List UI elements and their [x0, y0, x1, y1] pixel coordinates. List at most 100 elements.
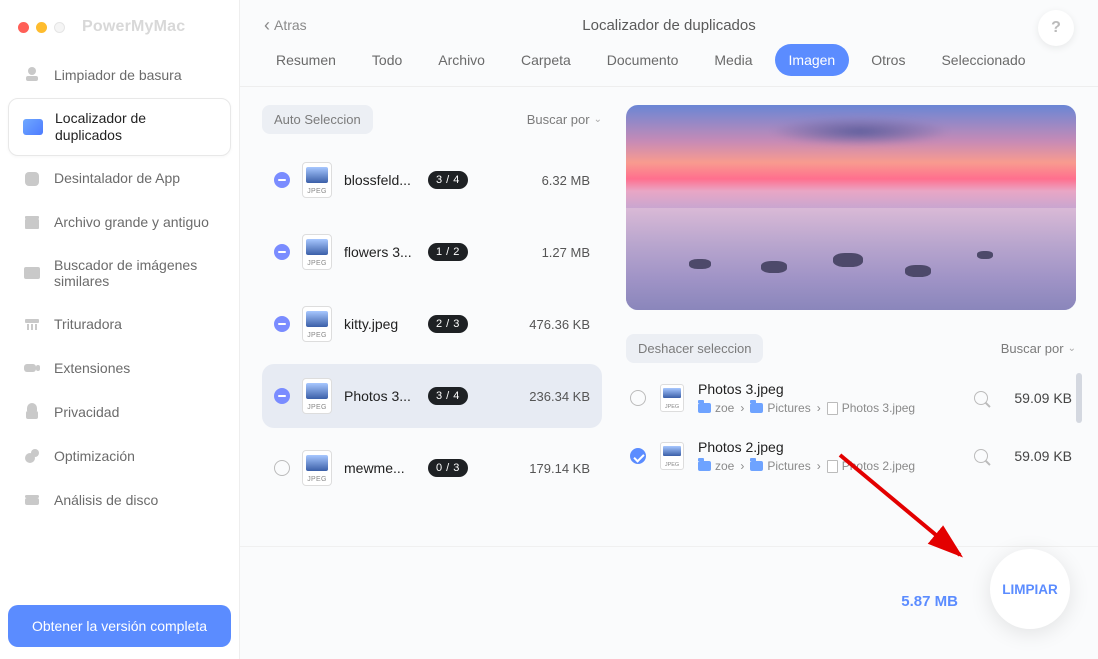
- file-icon: [827, 460, 838, 473]
- sidebar-item-extensions[interactable]: Extensiones: [8, 347, 231, 389]
- clean-button[interactable]: LIMPIAR: [990, 549, 1070, 629]
- sidebar-item-shredder[interactable]: Trituradora: [8, 303, 231, 345]
- sort-by-dropdown[interactable]: Buscar por ⌄: [527, 112, 602, 127]
- preview-image: [626, 105, 1076, 310]
- file-group-row[interactable]: JPEGPhotos 3...3 / 4236.34 KB: [262, 364, 602, 428]
- sort-by-label: Buscar por: [527, 112, 590, 127]
- tab-summary[interactable]: Resumen: [262, 44, 350, 76]
- selection-count-badge: 3 / 4: [428, 387, 468, 405]
- folder-icon: [750, 403, 763, 413]
- file-thumbnail: [660, 384, 684, 412]
- sidebar-item-label: Extensiones: [54, 360, 130, 377]
- file-checkbox[interactable]: [630, 390, 646, 406]
- undo-selection-button[interactable]: Deshacer seleccion: [626, 334, 763, 363]
- selection-radio[interactable]: [274, 460, 290, 476]
- detail-sort-dropdown[interactable]: Buscar por ⌄: [1001, 341, 1076, 356]
- help-button[interactable]: ?: [1038, 10, 1074, 46]
- file-group-row[interactable]: JPEG flowers 3... 1 / 2 1.27 MB: [262, 220, 602, 284]
- tab-archive[interactable]: Archivo: [424, 44, 499, 76]
- file-thumbnail: JPEG: [302, 234, 332, 270]
- file-size: 476.36 KB: [529, 317, 590, 332]
- file-size: 1.27 MB: [542, 245, 590, 260]
- magnify-icon[interactable]: [974, 391, 988, 405]
- sidebar-item-label: Buscador de imágenes similares: [54, 257, 217, 291]
- sidebar-item-junk-cleaner[interactable]: Limpiador de basura: [8, 54, 231, 96]
- filter-tabs: Resumen Todo Archivo Carpeta Documento M…: [240, 44, 1098, 87]
- folder-icon: [698, 461, 711, 471]
- chevron-down-icon: ⌄: [594, 114, 602, 125]
- tab-all[interactable]: Todo: [358, 44, 416, 76]
- window-minimize[interactable]: [36, 22, 47, 33]
- selection-count-badge: 1 / 2: [428, 243, 468, 261]
- file-name: Photos 2.jpeg: [698, 439, 960, 455]
- chevron-left-icon: ‹: [264, 16, 270, 34]
- sidebar-item-label: Optimización: [54, 448, 135, 465]
- footer: 5.87 MB LIMPIAR: [240, 546, 1098, 659]
- tab-folder[interactable]: Carpeta: [507, 44, 585, 76]
- lock-icon: [22, 402, 42, 422]
- scrollbar[interactable]: [1076, 373, 1082, 423]
- magnify-icon[interactable]: [974, 449, 988, 463]
- selection-radio[interactable]: [274, 172, 290, 188]
- sidebar-item-disk-analysis[interactable]: Análisis de disco: [8, 479, 231, 521]
- broom-icon: [22, 65, 42, 85]
- selection-radio[interactable]: [274, 244, 290, 260]
- file-name: blossfeld...: [344, 172, 416, 188]
- sidebar-item-similar-images[interactable]: Buscador de imágenes similares: [8, 246, 231, 302]
- duplicate-file-row[interactable]: Photos 2.jpeg zoe › Pictures › Photos 2.j…: [626, 431, 1076, 481]
- file-group-row[interactable]: JPEGblossfeld...3 / 46.32 MB: [262, 148, 602, 212]
- back-label: Atras: [274, 17, 307, 33]
- tab-selected[interactable]: Seleccionado: [927, 44, 1039, 76]
- breadcrumb: zoe › Pictures › Photos 2.jpeg: [698, 459, 960, 473]
- get-full-version-button[interactable]: Obtener la versión completa: [8, 605, 231, 647]
- selection-count-badge: 3 / 4: [428, 171, 468, 189]
- box-icon: [22, 213, 42, 233]
- sidebar-item-large-old-files[interactable]: Archivo grande y antiguo: [8, 202, 231, 244]
- preview-panel: Deshacer seleccion Buscar por ⌄ Photos 3…: [626, 105, 1076, 530]
- file-group-row[interactable]: JPEGmewme...0 / 3179.14 KB: [262, 436, 602, 500]
- file-group-row[interactable]: JPEGkitty.jpeg2 / 3476.36 KB: [262, 292, 602, 356]
- window-zoom[interactable]: [54, 22, 65, 33]
- sidebar-item-privacy[interactable]: Privacidad: [8, 391, 231, 433]
- sidebar-item-optimization[interactable]: Optimización: [8, 435, 231, 477]
- sidebar-item-label: Trituradora: [54, 316, 122, 333]
- selection-radio[interactable]: [274, 316, 290, 332]
- total-size: 5.87 MB: [901, 593, 958, 610]
- auto-select-button[interactable]: Auto Seleccion: [262, 105, 373, 134]
- sidebar-item-app-uninstaller[interactable]: Desintalador de App: [8, 158, 231, 200]
- file-size: 59.09 KB: [1002, 390, 1072, 406]
- folder-icon: [698, 403, 711, 413]
- tab-media[interactable]: Media: [700, 44, 766, 76]
- file-name: Photos 3...: [344, 388, 416, 404]
- sidebar-item-label: Limpiador de basura: [54, 67, 182, 84]
- file-thumbnail: [660, 442, 684, 470]
- sort-by-label: Buscar por: [1001, 341, 1064, 356]
- file-thumbnail: JPEG: [302, 306, 332, 342]
- file-size: 6.32 MB: [542, 173, 590, 188]
- file-checkbox[interactable]: [630, 448, 646, 464]
- sidebar-item-label: Desintalador de App: [54, 170, 180, 187]
- selection-radio[interactable]: [274, 388, 290, 404]
- breadcrumb: zoe › Pictures › Photos 3.jpeg: [698, 401, 960, 415]
- tab-image[interactable]: Imagen: [775, 44, 850, 76]
- selection-count-badge: 0 / 3: [428, 459, 468, 477]
- file-name: mewme...: [344, 460, 416, 476]
- tab-others[interactable]: Otros: [857, 44, 919, 76]
- file-name: flowers 3...: [344, 244, 416, 260]
- sidebar-item-duplicate-finder[interactable]: Localizador de duplicados: [8, 98, 231, 156]
- duplicate-file-row[interactable]: Photos 3.jpegzoe › Pictures › Photos 3.j…: [626, 373, 1076, 423]
- sidebar-item-label: Análisis de disco: [54, 492, 158, 509]
- window-close[interactable]: [18, 22, 29, 33]
- folder-icon: [750, 461, 763, 471]
- back-button[interactable]: ‹ Atras: [264, 16, 307, 34]
- app-icon: [22, 169, 42, 189]
- file-size: 59.09 KB: [1002, 448, 1072, 464]
- brand-label: PowerMyMac: [82, 18, 185, 36]
- sidebar: PowerMyMac Limpiador de basura Localizad…: [0, 0, 240, 659]
- rocket-icon: [22, 446, 42, 466]
- file-icon: [827, 402, 838, 415]
- file-size: 236.34 KB: [529, 389, 590, 404]
- file-size: 179.14 KB: [529, 461, 590, 476]
- tab-document[interactable]: Documento: [593, 44, 693, 76]
- plugin-icon: [22, 358, 42, 378]
